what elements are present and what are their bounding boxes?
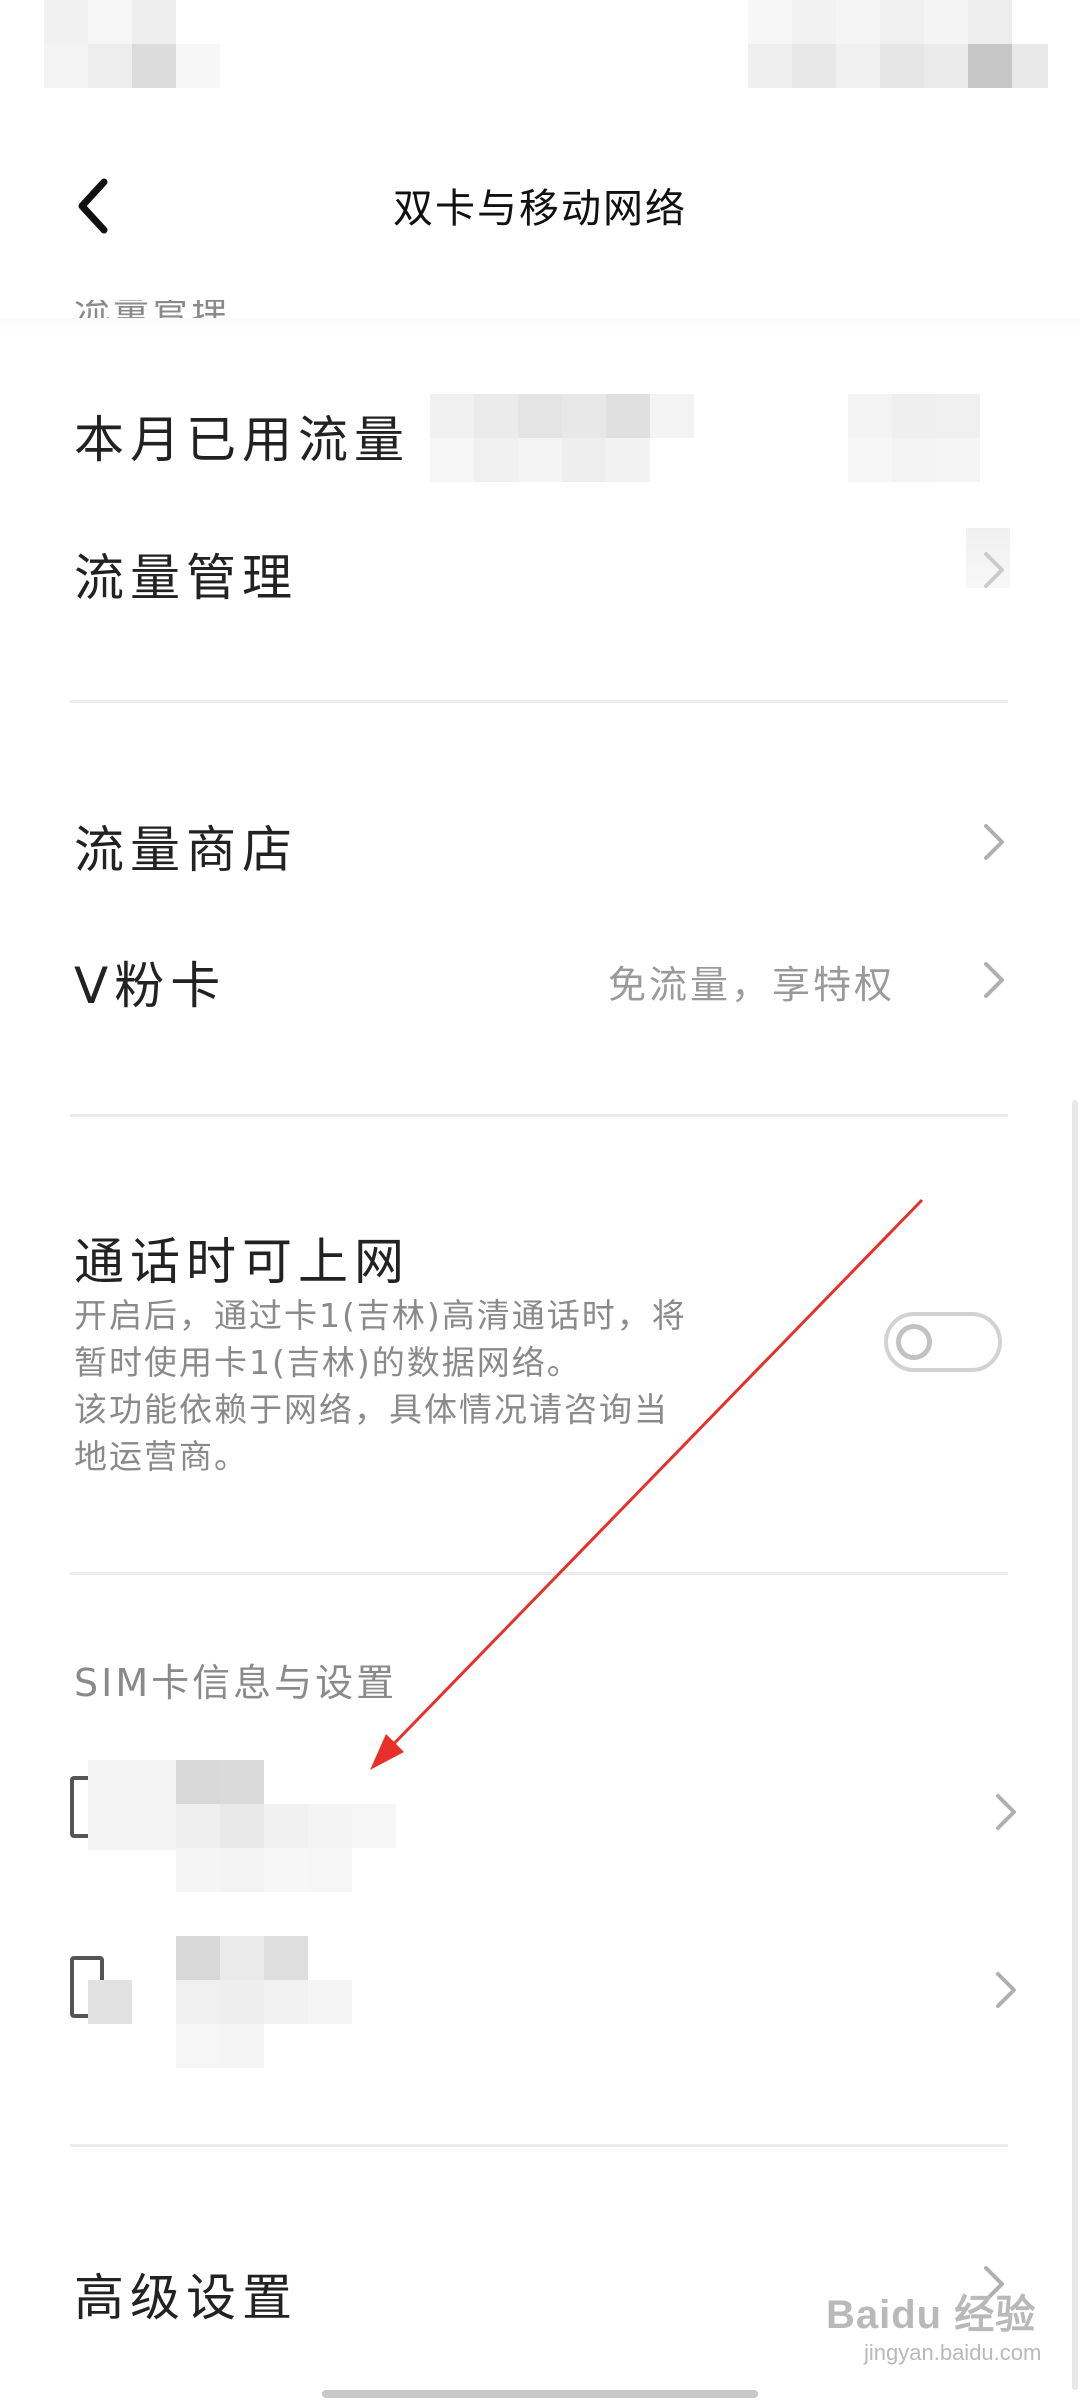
watermark-brand: Baidu 经验 bbox=[826, 2293, 1037, 2337]
annotation-arrow bbox=[370, 1198, 924, 1770]
baidu-watermark: Baidu 经验 jingyan.baidu.com bbox=[826, 2282, 1041, 2366]
scrollbar[interactable] bbox=[1072, 1100, 1078, 2390]
home-indicator[interactable] bbox=[322, 2390, 758, 2398]
watermark-url: jingyan.baidu.com bbox=[864, 2340, 1042, 2365]
